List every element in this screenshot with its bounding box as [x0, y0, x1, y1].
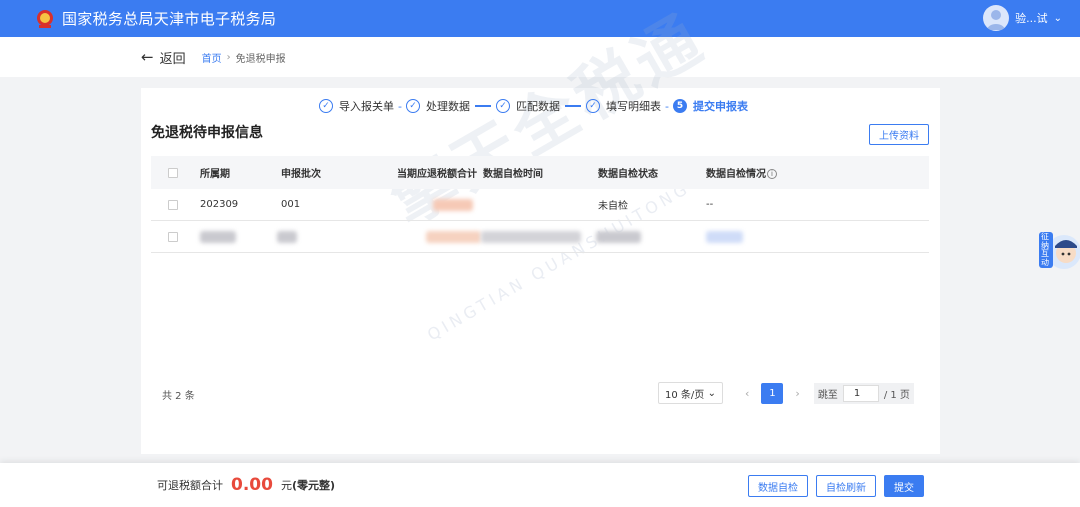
step-connector: - — [398, 99, 402, 113]
step-connector — [474, 105, 491, 107]
redacted-amount — [426, 230, 481, 243]
select-all-checkbox[interactable] — [168, 167, 178, 178]
step-label: 处理数据 — [425, 100, 470, 113]
avatar[interactable] — [983, 5, 1010, 31]
page-size-value[interactable]: 10 条/页 — [665, 386, 704, 401]
back-label[interactable]: 返回 — [160, 48, 186, 67]
row-checkbox[interactable] — [168, 231, 178, 242]
header-check-time: 数据自检时间 — [483, 169, 543, 180]
tax-emblem-icon — [34, 8, 56, 30]
step-connector — [564, 105, 581, 107]
user-menu[interactable]: 验...试 ⌄ — [983, 5, 1062, 31]
check-circle-icon: ✓ — [319, 99, 333, 113]
step-fill-details[interactable]: ✓ 填写明细表 — [585, 98, 661, 114]
refund-total-label: 可退税额合计 — [157, 479, 223, 492]
refund-total-amount: 0.00 — [231, 475, 273, 495]
cell-check-result: -- — [706, 199, 714, 210]
header-amount: 当期应退税额合计 — [397, 169, 477, 180]
table-row[interactable]: 202309 001 未自检 -- — [151, 189, 929, 221]
redacted-check-time — [481, 230, 581, 243]
top-header: 国家税务总局天津市电子税务局 验...试 ⌄ — [0, 0, 1080, 37]
breadcrumb-current: 免退税申报 — [235, 53, 286, 65]
table-row[interactable] — [151, 221, 929, 253]
redacted-batch — [277, 230, 297, 243]
step-label: 填写明细表 — [605, 100, 661, 113]
jump-input[interactable]: 1 — [842, 384, 879, 402]
step-label: 匹配数据 — [515, 100, 560, 113]
header-batch: 申报批次 — [281, 169, 321, 180]
page-title: 免退税待申报信息 — [151, 125, 263, 141]
total-count: 共 2 条 — [162, 391, 195, 402]
cell-check-status: 未自检 — [598, 201, 628, 212]
progress-steps: ✓ 导入报关单 - ✓ 处理数据 ✓ 匹配数据 ✓ 填写明细表 - 5 提交申报… — [319, 98, 748, 114]
table-header: 所属期 申报批次 当期应退税额合计 数据自检时间 数据自检状态 数据自检情况 i — [151, 156, 929, 189]
breadcrumb-bar: ← 返回 首页 › 免退税申报 — [0, 37, 1080, 77]
page-jump: 跳至 1 / 1 页 — [813, 382, 914, 404]
step-submit[interactable]: 5 提交申报表 — [672, 98, 748, 114]
breadcrumb: 首页 › 免退税申报 — [202, 50, 286, 65]
chevron-left-icon[interactable]: ‹ — [745, 387, 749, 400]
helper-label[interactable]: 征纳互动 — [1041, 232, 1051, 267]
step-label: 导入报关单 — [339, 100, 394, 113]
page-size-select[interactable]: 10 条/页 ⌄ — [658, 382, 723, 404]
check-circle-icon: ✓ — [495, 99, 510, 113]
step-match[interactable]: ✓ 匹配数据 — [495, 98, 560, 114]
info-icon[interactable]: i — [767, 169, 777, 179]
total-pages: / 1 页 — [883, 389, 910, 401]
step-import[interactable]: ✓ 导入报关单 — [319, 98, 394, 114]
chevron-right-icon: › — [226, 51, 231, 63]
redacted-check-result — [706, 230, 743, 243]
step-label: 提交申报表 — [692, 100, 748, 113]
footer-bar: 可退税额合计 0.00 元(零元整) 数据自检 自检刷新 提交 — [0, 463, 1080, 507]
main-panel: 擎天全税通 QINGTIAN QUANSHUITONG ✓ 导入报关单 - ✓ … — [141, 1, 940, 454]
unit-label: 元 — [280, 479, 292, 492]
step-connector: - — [664, 99, 669, 113]
declaration-table: 所属期 申报批次 当期应退税额合计 数据自检时间 数据自检状态 数据自检情况 i … — [151, 156, 929, 253]
check-circle-icon: ✓ — [405, 99, 420, 113]
chevron-down-icon[interactable]: ⌄ — [708, 388, 716, 399]
step-number: 5 — [672, 99, 687, 113]
chevron-right-icon[interactable]: › — [795, 387, 799, 400]
cell-period: 202309 — [200, 199, 239, 210]
chevron-down-icon[interactable]: ⌄ — [1054, 13, 1062, 24]
step-process[interactable]: ✓ 处理数据 — [405, 98, 470, 114]
check-refresh-button[interactable]: 自检刷新 — [816, 475, 876, 497]
data-check-button[interactable]: 数据自检 — [748, 475, 808, 497]
user-name[interactable]: 验...试 — [1015, 10, 1048, 26]
refund-total-unit: 元(零元整) — [281, 477, 335, 493]
cell-batch: 001 — [281, 199, 301, 210]
header-period: 所属期 — [200, 169, 230, 180]
submit-button[interactable]: 提交 — [884, 475, 924, 497]
header-check-result: 数据自检情况 i — [706, 165, 777, 180]
amount-in-words: (零元整) — [291, 479, 336, 492]
redacted-amount — [433, 198, 473, 211]
row-checkbox[interactable] — [168, 199, 178, 210]
header-check-result-label: 数据自检情况 — [706, 169, 766, 180]
redacted-check-status — [596, 230, 641, 243]
arrow-left-icon[interactable]: ← — [141, 48, 154, 66]
upload-button[interactable]: 上传资料 — [869, 124, 929, 145]
breadcrumb-home-link[interactable]: 首页 — [202, 50, 222, 65]
site-title: 国家税务总局天津市电子税务局 — [62, 10, 277, 28]
check-circle-icon: ✓ — [585, 99, 600, 113]
interaction-helper-widget[interactable]: 征纳互动 — [1038, 226, 1080, 274]
page-current[interactable]: 1 — [761, 382, 784, 404]
back-button[interactable]: ← 返回 — [141, 48, 186, 67]
pagination: 10 条/页 ⌄ ‹ 1 › 跳至 1 / 1 页 — [658, 382, 914, 404]
jump-label: 跳至 — [817, 389, 838, 401]
redacted-period — [200, 230, 236, 243]
header-check-status: 数据自检状态 — [598, 169, 658, 180]
